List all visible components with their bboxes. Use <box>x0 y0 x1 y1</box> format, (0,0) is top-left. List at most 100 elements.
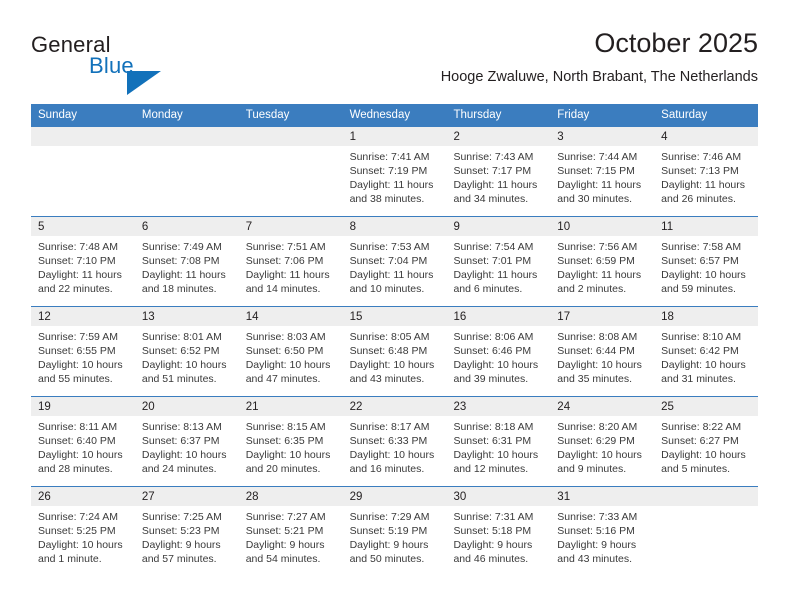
sunrise-text: Sunrise: 8:13 AM <box>141 421 222 433</box>
daylight-text-line2: and 38 minutes. <box>349 193 425 205</box>
daylight-text-line1: Daylight: 10 hours <box>661 269 746 281</box>
day-details: Sunrise: 7:24 AM Sunset: 5:25 PM Dayligh… <box>31 506 135 566</box>
sunset-text: Sunset: 7:01 PM <box>453 255 532 267</box>
day-number: 24 <box>557 401 571 413</box>
daylight-text-line1: Daylight: 10 hours <box>453 449 539 461</box>
day-cell[interactable]: 17 Sunrise: 8:08 AM Sunset: 6:44 PM Dayl… <box>550 307 655 396</box>
day-cell <box>654 487 759 576</box>
day-cell <box>31 127 135 216</box>
day-number: 28 <box>245 491 259 503</box>
sunrise-text: Sunrise: 8:18 AM <box>453 421 534 433</box>
day-details: Sunrise: 8:01 AM Sunset: 6:52 PM Dayligh… <box>135 326 239 386</box>
day-number-band <box>31 127 135 146</box>
daylight-text-line2: and 51 minutes. <box>141 373 217 385</box>
location-subtitle: Hooge Zwaluwe, North Brabant, The Nether… <box>440 69 758 85</box>
day-cell[interactable]: 12 Sunrise: 7:59 AM Sunset: 6:55 PM Dayl… <box>31 307 135 396</box>
daylight-text-line2: and 46 minutes. <box>453 553 529 565</box>
sunset-text: Sunset: 6:37 PM <box>141 435 220 447</box>
day-details: Sunrise: 8:22 AM Sunset: 6:27 PM Dayligh… <box>654 416 758 476</box>
day-cell[interactable]: 31 Sunrise: 7:33 AM Sunset: 5:16 PM Dayl… <box>550 487 655 576</box>
sunset-text: Sunset: 7:06 PM <box>245 255 324 267</box>
daylight-text-line2: and 35 minutes. <box>557 373 633 385</box>
day-cell[interactable]: 20 Sunrise: 8:13 AM Sunset: 6:37 PM Dayl… <box>134 397 239 486</box>
day-cell[interactable]: 3 Sunrise: 7:44 AM Sunset: 7:15 PM Dayli… <box>550 127 655 216</box>
day-cell[interactable]: 28 Sunrise: 7:27 AM Sunset: 5:21 PM Dayl… <box>238 487 343 576</box>
title-block: October 2025 Hooge Zwaluwe, North Braban… <box>441 26 758 88</box>
day-cell[interactable]: 4 Sunrise: 7:46 AM Sunset: 7:13 PM Dayli… <box>654 127 759 216</box>
general-blue-logo[interactable]: General Blue <box>31 32 231 95</box>
sunrise-text: Sunrise: 7:56 AM <box>557 241 638 253</box>
sunrise-text: Sunrise: 8:20 AM <box>557 421 638 433</box>
sunset-text: Sunset: 6:33 PM <box>349 435 428 447</box>
day-cell[interactable]: 22 Sunrise: 8:17 AM Sunset: 6:33 PM Dayl… <box>342 397 447 486</box>
daylight-text-line2: and 2 minutes. <box>557 283 627 295</box>
day-cell[interactable]: 16 Sunrise: 8:06 AM Sunset: 6:46 PM Dayl… <box>446 307 551 396</box>
sunrise-text: Sunrise: 7:44 AM <box>557 151 638 163</box>
day-cell[interactable]: 13 Sunrise: 8:01 AM Sunset: 6:52 PM Dayl… <box>134 307 239 396</box>
sunset-text: Sunset: 7:15 PM <box>557 165 635 177</box>
day-details: Sunrise: 7:29 AM Sunset: 5:19 PM Dayligh… <box>343 506 447 566</box>
day-details: Sunrise: 8:17 AM Sunset: 6:33 PM Dayligh… <box>343 416 447 476</box>
sunset-text: Sunset: 5:18 PM <box>453 525 532 537</box>
day-cell[interactable]: 8 Sunrise: 7:53 AM Sunset: 7:04 PM Dayli… <box>342 217 447 306</box>
day-number: 16 <box>453 311 467 323</box>
sunrise-text: Sunrise: 8:03 AM <box>245 331 326 343</box>
day-cell[interactable]: 11 Sunrise: 7:58 AM Sunset: 6:57 PM Dayl… <box>654 217 759 306</box>
day-cell[interactable]: 2 Sunrise: 7:43 AM Sunset: 7:17 PM Dayli… <box>446 127 551 216</box>
day-cell[interactable]: 6 Sunrise: 7:49 AM Sunset: 7:08 PM Dayli… <box>134 217 239 306</box>
day-cell[interactable]: 25 Sunrise: 8:22 AM Sunset: 6:27 PM Dayl… <box>654 397 759 486</box>
day-cell[interactable]: 5 Sunrise: 7:48 AM Sunset: 7:10 PM Dayli… <box>31 217 135 306</box>
sunrise-text: Sunrise: 7:25 AM <box>141 511 222 523</box>
day-cell[interactable]: 24 Sunrise: 8:20 AM Sunset: 6:29 PM Dayl… <box>550 397 655 486</box>
page-title: October 2025 <box>594 28 758 58</box>
day-number: 20 <box>141 401 155 413</box>
sunset-text: Sunset: 7:08 PM <box>141 255 220 267</box>
sunset-text: Sunset: 6:50 PM <box>245 345 324 357</box>
day-cell[interactable]: 30 Sunrise: 7:31 AM Sunset: 5:18 PM Dayl… <box>446 487 551 576</box>
day-cell[interactable]: 7 Sunrise: 7:51 AM Sunset: 7:06 PM Dayli… <box>238 217 343 306</box>
day-number-band: 22 <box>342 397 447 416</box>
daylight-text-line2: and 20 minutes. <box>245 463 321 475</box>
daylight-text-line2: and 9 minutes. <box>557 463 627 475</box>
day-details <box>31 146 135 150</box>
sunset-text: Sunset: 6:59 PM <box>557 255 635 267</box>
sunrise-text: Sunrise: 8:22 AM <box>661 421 742 433</box>
week-row: 12 Sunrise: 7:59 AM Sunset: 6:55 PM Dayl… <box>31 306 759 396</box>
day-number: 4 <box>661 131 668 143</box>
day-details: Sunrise: 7:25 AM Sunset: 5:23 PM Dayligh… <box>135 506 239 566</box>
day-number: 17 <box>557 311 571 323</box>
day-cell[interactable]: 14 Sunrise: 8:03 AM Sunset: 6:50 PM Dayl… <box>238 307 343 396</box>
day-cell[interactable]: 26 Sunrise: 7:24 AM Sunset: 5:25 PM Dayl… <box>31 487 135 576</box>
daylight-text-line2: and 18 minutes. <box>141 283 217 295</box>
day-number: 1 <box>349 131 356 143</box>
day-number: 6 <box>141 221 149 233</box>
day-cell[interactable]: 23 Sunrise: 8:18 AM Sunset: 6:31 PM Dayl… <box>446 397 551 486</box>
day-cell[interactable]: 15 Sunrise: 8:05 AM Sunset: 6:48 PM Dayl… <box>342 307 447 396</box>
day-number: 14 <box>245 311 259 323</box>
sunset-text: Sunset: 6:31 PM <box>453 435 532 447</box>
daylight-text-line1: Daylight: 9 hours <box>453 539 533 551</box>
day-cell[interactable]: 29 Sunrise: 7:29 AM Sunset: 5:19 PM Dayl… <box>342 487 447 576</box>
day-cell[interactable]: 1 Sunrise: 7:41 AM Sunset: 7:19 PM Dayli… <box>342 127 447 216</box>
daylight-text-line1: Daylight: 10 hours <box>661 449 746 461</box>
day-cell[interactable]: 19 Sunrise: 8:11 AM Sunset: 6:40 PM Dayl… <box>31 397 135 486</box>
sunrise-text: Sunrise: 7:41 AM <box>349 151 430 163</box>
day-cell[interactable]: 27 Sunrise: 7:25 AM Sunset: 5:23 PM Dayl… <box>134 487 239 576</box>
sunset-text: Sunset: 6:35 PM <box>245 435 324 447</box>
sunrise-text: Sunrise: 7:33 AM <box>557 511 638 523</box>
day-details: Sunrise: 7:31 AM Sunset: 5:18 PM Dayligh… <box>446 506 550 566</box>
sunrise-text: Sunrise: 7:27 AM <box>245 511 326 523</box>
weekday-thursday: Thursday <box>453 109 502 121</box>
day-cell[interactable]: 10 Sunrise: 7:56 AM Sunset: 6:59 PM Dayl… <box>550 217 655 306</box>
day-number: 9 <box>453 221 460 233</box>
daylight-text-line2: and 28 minutes. <box>38 463 113 475</box>
sunset-text: Sunset: 5:19 PM <box>349 525 428 537</box>
day-cell[interactable]: 9 Sunrise: 7:54 AM Sunset: 7:01 PM Dayli… <box>446 217 551 306</box>
daylight-text-line1: Daylight: 10 hours <box>141 359 227 371</box>
day-number-band: 21 <box>238 397 343 416</box>
sunrise-text: Sunrise: 7:59 AM <box>38 331 118 343</box>
day-number-band: 16 <box>446 307 551 326</box>
day-details: Sunrise: 8:18 AM Sunset: 6:31 PM Dayligh… <box>446 416 550 476</box>
day-cell[interactable]: 18 Sunrise: 8:10 AM Sunset: 6:42 PM Dayl… <box>654 307 759 396</box>
day-cell[interactable]: 21 Sunrise: 8:15 AM Sunset: 6:35 PM Dayl… <box>238 397 343 486</box>
